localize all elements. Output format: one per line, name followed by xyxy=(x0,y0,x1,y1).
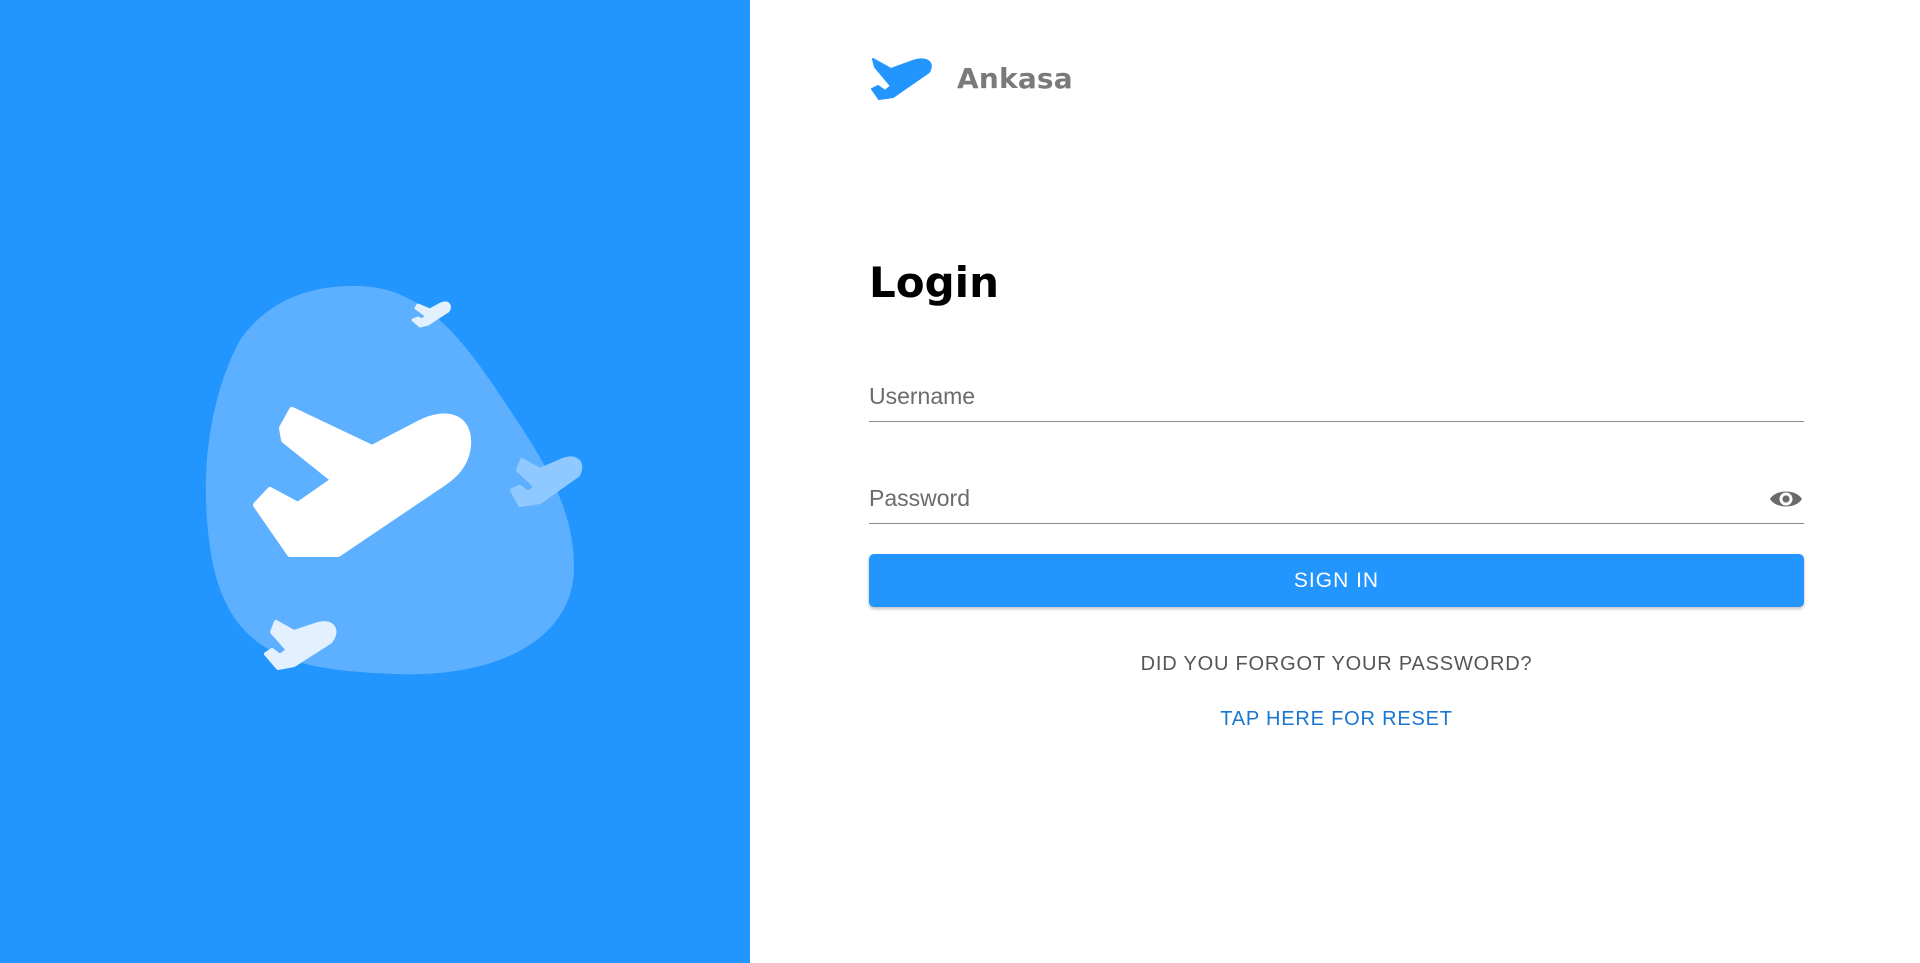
eye-icon[interactable] xyxy=(1768,481,1804,517)
brand: Ankasa xyxy=(869,55,1073,101)
brand-name: Ankasa xyxy=(957,61,1073,95)
hero-panel xyxy=(0,0,750,963)
airplanes-illustration xyxy=(205,285,583,675)
password-input[interactable] xyxy=(869,475,1804,521)
forgot-password-text: DID YOU FORGOT YOUR PASSWORD? xyxy=(1140,653,1533,675)
username-field xyxy=(869,373,1804,422)
page-title: Login xyxy=(869,258,999,307)
username-input[interactable] xyxy=(869,373,1804,419)
sign-in-button[interactable]: SIGN IN xyxy=(869,554,1804,607)
login-panel: Ankasa Login SIGN IN DID YOU FORGOT YOUR… xyxy=(750,0,1920,963)
reset-password-link[interactable]: TAP HERE FOR RESET xyxy=(869,708,1804,731)
password-field xyxy=(869,475,1804,524)
login-page: Ankasa Login SIGN IN DID YOU FORGOT YOUR… xyxy=(0,0,1920,963)
plane-icon xyxy=(871,58,932,100)
